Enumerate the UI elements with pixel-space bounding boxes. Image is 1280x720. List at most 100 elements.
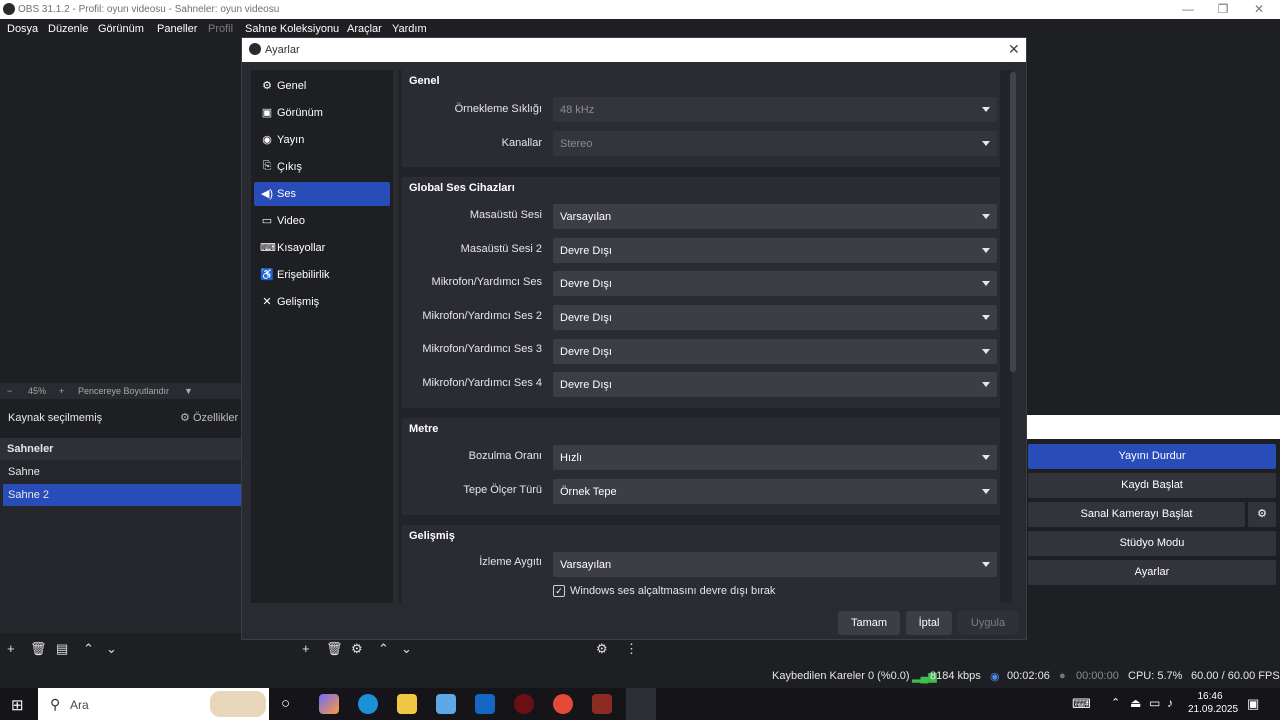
notification-icon[interactable]: ▣ [1247,696,1259,712]
desktop-audio-select[interactable]: Varsayılan [553,204,997,229]
peak-meter-label: Tepe Ölçer Türü [463,484,542,496]
trash-icon[interactable]: 🗑 [30,641,47,657]
stream-icon: ◉ [990,671,1000,683]
menu-bar: Dosya Düzenle Görünüm Paneller Profil Sa… [0,19,1280,38]
chevron-down-icon [982,562,990,567]
close-icon[interactable]: ✕ [1251,2,1267,16]
mic-aux-2-label: Mikrofon/Yardımcı Ses 2 [422,310,542,322]
stop-stream-button[interactable]: Yayını Durdur [1028,444,1276,469]
menu-help[interactable]: Yardım [392,23,427,35]
search-icon: ⚲ [50,696,61,712]
nav-item-accessibility[interactable]: ♿ Erişebilirlik [254,263,390,287]
scene-item-selected[interactable]: Sahne 2 [3,484,241,506]
scrollbar[interactable] [1010,72,1016,372]
minimize-icon[interactable]: — [1180,2,1196,16]
menu-edit[interactable]: Düzenle [48,23,88,35]
nav-item-audio[interactable]: ◀) Ses [254,182,390,206]
apply-button[interactable]: Uygula [958,611,1018,635]
ok-button[interactable]: Tamam [838,611,900,635]
store-icon[interactable] [436,694,456,714]
nav-item-stream[interactable]: ◉ Yayın [254,128,390,152]
more-icon[interactable]: ⋮ [625,641,638,657]
chevron-down-icon[interactable]: ▼ [184,386,193,396]
app-icon[interactable] [592,694,612,714]
nav-item-advanced[interactable]: ✕ Gelişmiş [254,290,390,314]
copilot-icon[interactable] [319,694,339,714]
game-app-icon[interactable] [514,694,534,714]
nav-label: Kısayollar [277,242,326,254]
settings-button[interactable]: Ayarlar [1028,560,1276,585]
appearance-icon: ▣ [261,107,273,119]
outlook-icon[interactable] [475,694,495,714]
menu-file[interactable]: Dosya [7,23,38,35]
obs-logo-icon [249,43,261,55]
group-meters: Metre Bozulma Oranı Hızlı Tepe Ölçer Tür… [402,418,1000,515]
desktop-audio-label: Masaüstü Sesi [469,209,542,221]
nav-item-appearance[interactable]: ▣ Görünüm [254,101,390,125]
nav-item-video[interactable]: ▭ Video [254,209,390,233]
add-source-icon[interactable]: + [302,641,310,656]
obs-taskbar-icon[interactable] [626,688,656,720]
chevron-down-icon [982,107,990,112]
nav-item-general[interactable]: ⚙ Genel [254,74,390,98]
chevron-down-icon [982,315,990,320]
network-icon[interactable]: ▭ [1149,696,1160,710]
volume-icon[interactable]: ♪ [1167,696,1173,710]
menu-docks[interactable]: Paneller [157,23,197,35]
fit-window-button[interactable]: Pencereye Boyutlandır [78,386,169,396]
nav-item-output[interactable]: ⎘ Çıkış [254,155,390,179]
zoom-bar: − 45% + Pencereye Boyutlandır ▼ [0,383,241,399]
menu-profile[interactable]: Profil [208,23,233,35]
trash-source-icon[interactable]: 🗑 [326,641,343,657]
desktop-audio-2-select[interactable]: Devre Dışı [553,238,997,263]
windows-start-icon[interactable]: ⊞ [11,696,24,714]
source-gear-icon[interactable]: ⚙ [351,641,363,657]
menu-view[interactable]: Görünüm [98,23,144,35]
zoom-out-button[interactable]: − [7,386,12,396]
mixer-gear-icon[interactable]: ⚙ [596,641,608,657]
move-up-icon[interactable]: ⌃ [83,641,94,657]
properties-button[interactable]: ⚙ Özellikler [180,411,238,424]
tray-chevron-icon[interactable]: ⌃ [1111,696,1120,709]
scene-item[interactable]: Sahne [3,461,241,483]
nav-label: Görünüm [277,107,323,119]
file-explorer-icon[interactable] [397,694,417,714]
virtual-cam-gear-icon[interactable]: ⚙ [1248,502,1276,527]
mic-aux-3-select[interactable]: Devre Dışı [553,339,997,364]
edge-icon[interactable] [358,694,378,714]
peak-meter-select[interactable]: Örnek Tepe [553,479,997,504]
close-icon[interactable]: ✕ [1008,41,1020,58]
mic-aux-4-select[interactable]: Devre Dışı [553,372,997,397]
add-icon[interactable]: + [7,641,15,656]
start-recording-button[interactable]: Kaydı Başlat [1028,473,1276,498]
move-down-icon[interactable]: ⌄ [106,641,117,657]
select-value: Devre Dışı [560,245,612,257]
studio-mode-button[interactable]: Stüdyo Modu [1028,531,1276,556]
task-view-icon[interactable]: ○ [281,695,290,712]
record-icon: ● [1059,670,1066,682]
taskbar-search[interactable]: ⚲ Ara [38,688,269,720]
monitoring-device-select[interactable]: Varsayılan [553,552,997,577]
tray-usb-icon[interactable]: ⏏ [1130,696,1141,710]
source-down-icon[interactable]: ⌄ [401,641,412,657]
source-up-icon[interactable]: ⌃ [378,641,389,657]
select-value: Devre Dışı [560,346,612,358]
decay-rate-select[interactable]: Hızlı [553,445,997,470]
filter-icon[interactable]: ▤ [56,641,68,657]
clock-date: 21.09.2025 [1188,704,1239,715]
menu-tools[interactable]: Araçlar [347,23,382,35]
nav-item-hotkeys[interactable]: ⌨ Kısayollar [254,236,390,260]
mic-aux-2-select[interactable]: Devre Dışı [553,305,997,330]
sample-rate-select[interactable]: 48 kHz [553,97,997,122]
channels-select[interactable]: Stereo [553,131,997,156]
chrome-icon[interactable] [553,694,573,714]
mic-aux-select[interactable]: Devre Dışı [553,271,997,296]
start-virtual-cam-button[interactable]: Sanal Kamerayı Başlat [1028,502,1245,527]
ducking-checkbox[interactable]: ✓ [553,585,565,597]
menu-scene-collection[interactable]: Sahne Koleksiyonu [245,23,339,35]
zoom-in-button[interactable]: + [59,386,64,396]
maximize-icon[interactable]: ❐ [1215,2,1231,16]
clock[interactable]: 16:46 21.09.2025 [1188,690,1239,716]
cancel-button[interactable]: İptal [906,611,952,635]
keyboard-icon[interactable]: ⌨ [1072,696,1091,712]
